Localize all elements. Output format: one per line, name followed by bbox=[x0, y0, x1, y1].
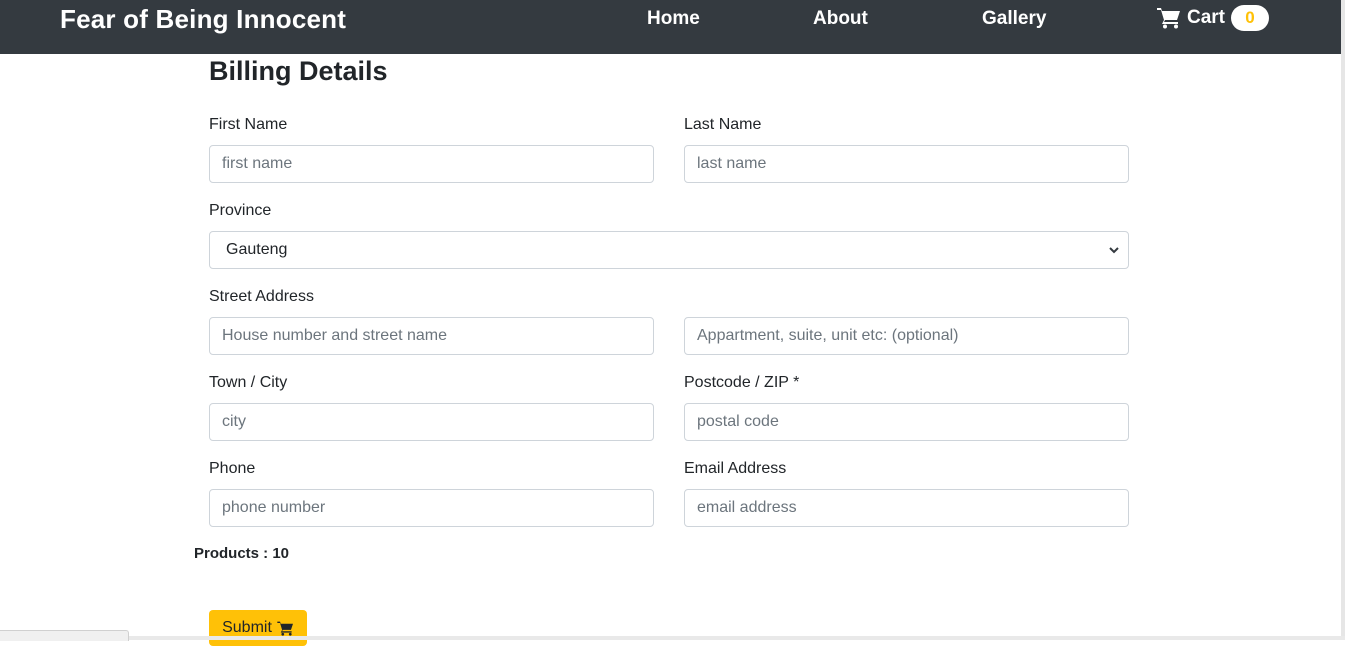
shopping-cart-icon bbox=[277, 621, 293, 636]
products-count: Products : 10 bbox=[194, 545, 290, 562]
city-label: Town / City bbox=[209, 374, 288, 391]
bottom-scroll-edge bbox=[0, 636, 1345, 640]
billing-details-title: Billing Details bbox=[209, 56, 388, 86]
province-select[interactable]: Gauteng bbox=[209, 231, 1129, 269]
submit-label: Submit bbox=[222, 619, 272, 636]
city-input[interactable] bbox=[209, 403, 654, 441]
brand-title[interactable]: Fear of Being Innocent bbox=[60, 4, 346, 35]
email-label: Email Address bbox=[684, 460, 787, 477]
navbar: Fear of Being Innocent Home About Galler… bbox=[0, 0, 1341, 54]
phone-input[interactable] bbox=[209, 489, 654, 527]
submit-button[interactable]: Submit bbox=[209, 610, 307, 646]
email-input[interactable] bbox=[684, 489, 1129, 527]
last-name-input[interactable] bbox=[684, 145, 1129, 183]
nav-about-link[interactable]: About bbox=[813, 8, 868, 30]
cart-count-badge: 0 bbox=[1231, 5, 1270, 31]
postcode-label: Postcode / ZIP * bbox=[684, 374, 800, 391]
street-address-input[interactable] bbox=[209, 317, 654, 355]
first-name-input[interactable] bbox=[209, 145, 654, 183]
chevron-down-icon bbox=[1109, 247, 1119, 254]
page-edge bbox=[1341, 0, 1345, 640]
nav-gallery-link[interactable]: Gallery bbox=[982, 8, 1046, 30]
postcode-input[interactable] bbox=[684, 403, 1129, 441]
street-address-label: Street Address bbox=[209, 288, 314, 305]
cart-link[interactable]: Cart 0 bbox=[1157, 5, 1270, 31]
nav-home-link[interactable]: Home bbox=[647, 8, 700, 30]
province-selected-value: Gauteng bbox=[226, 241, 288, 258]
browser-status-bar bbox=[0, 630, 129, 641]
last-name-label: Last Name bbox=[684, 116, 762, 133]
cart-label: Cart bbox=[1187, 7, 1226, 28]
phone-label: Phone bbox=[209, 460, 256, 477]
province-label: Province bbox=[209, 202, 272, 219]
first-name-label: First Name bbox=[209, 116, 288, 133]
apartment-input[interactable] bbox=[684, 317, 1129, 355]
shopping-cart-icon bbox=[1157, 8, 1180, 29]
